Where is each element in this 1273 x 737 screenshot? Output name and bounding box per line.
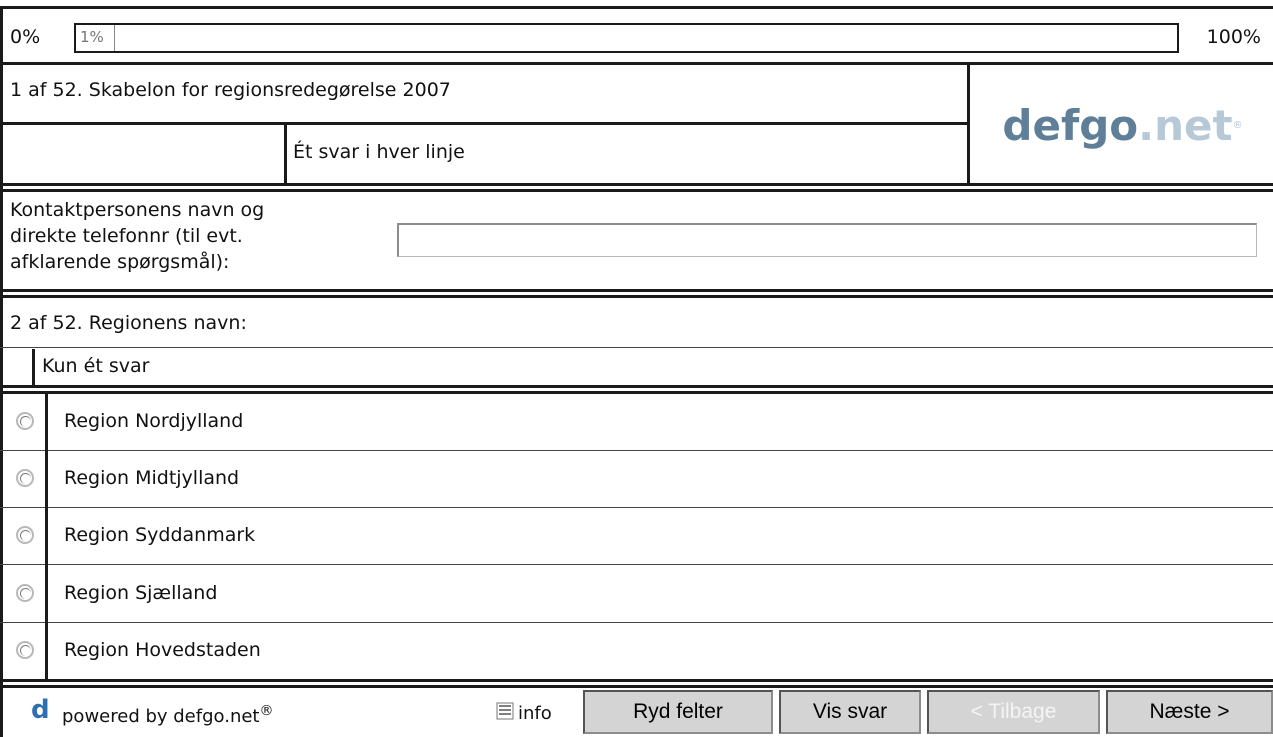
powered-by-text[interactable]: powered by defgo.net (62, 706, 259, 727)
radio-region-syddanmark[interactable] (16, 526, 34, 544)
radio-region-nordjylland[interactable] (16, 412, 34, 430)
contact-label: Kontaktpersonens navn og direkte telefon… (10, 197, 264, 275)
divider (0, 564, 1273, 565)
divider (0, 289, 1273, 292)
contact-label-line: direkte telefonnr (til evt. (10, 225, 243, 247)
option-label[interactable]: Region Nordjylland (64, 410, 243, 434)
logo-suffix: .net (1138, 100, 1233, 150)
progress-fill-label: 1% (80, 28, 104, 46)
divider (0, 295, 1273, 298)
divider (0, 450, 1273, 451)
option-label[interactable]: Region Syddanmark (64, 524, 255, 548)
contact-label-line: afklarende spørgsmål): (10, 251, 230, 273)
back-button[interactable]: < Tilbage (927, 690, 1100, 734)
option-label[interactable]: Region Hovedstaden (64, 639, 261, 663)
divider (45, 393, 48, 680)
defgo-footer-logo[interactable]: d (31, 695, 50, 725)
contact-label-line: Kontaktpersonens navn og (10, 199, 265, 221)
divider (32, 349, 35, 386)
info-link[interactable]: info (518, 703, 552, 724)
instruction-text: Kun ét svar (42, 355, 150, 377)
contact-input[interactable] (397, 223, 1257, 257)
divider (0, 122, 969, 125)
defgo-logo: defgo .net ® (972, 66, 1273, 184)
divider (0, 622, 1273, 623)
option-label[interactable]: Region Sjælland (64, 582, 217, 606)
logo-mark: ® (1232, 119, 1243, 131)
progress-end-label: 100% (1206, 26, 1261, 48)
logo-main: defgo (1002, 100, 1139, 150)
show-answers-button[interactable]: Vis svar (779, 690, 921, 734)
radio-region-hovedstaden[interactable] (16, 641, 34, 659)
clear-fields-button[interactable]: Ryd felter (583, 690, 773, 734)
divider (0, 62, 1273, 65)
divider (284, 124, 287, 185)
option-label[interactable]: Region Midtjylland (64, 467, 239, 491)
divider (0, 385, 1273, 388)
registered-mark: ® (259, 703, 274, 719)
powered-by-link[interactable]: powered by defgo.net® (62, 703, 273, 727)
divider (0, 679, 1273, 682)
radio-region-sjaelland[interactable] (16, 584, 34, 602)
question-title: 1 af 52. Skabelon for regionsredegørelse… (10, 79, 451, 101)
divider (967, 64, 970, 185)
divider (0, 347, 1273, 348)
divider (0, 391, 1273, 394)
instruction-text: Ét svar i hver linje (293, 141, 465, 163)
info-icon[interactable] (496, 702, 514, 720)
divider (0, 189, 1273, 192)
progress-start-label: 0% (10, 26, 41, 48)
divider (0, 685, 1273, 688)
next-button[interactable]: Næste > (1106, 690, 1273, 734)
progress-bar: 1% (74, 23, 1179, 53)
question-title: 2 af 52. Regionens navn: (10, 312, 247, 334)
radio-region-midtjylland[interactable] (16, 469, 34, 487)
divider (0, 507, 1273, 508)
